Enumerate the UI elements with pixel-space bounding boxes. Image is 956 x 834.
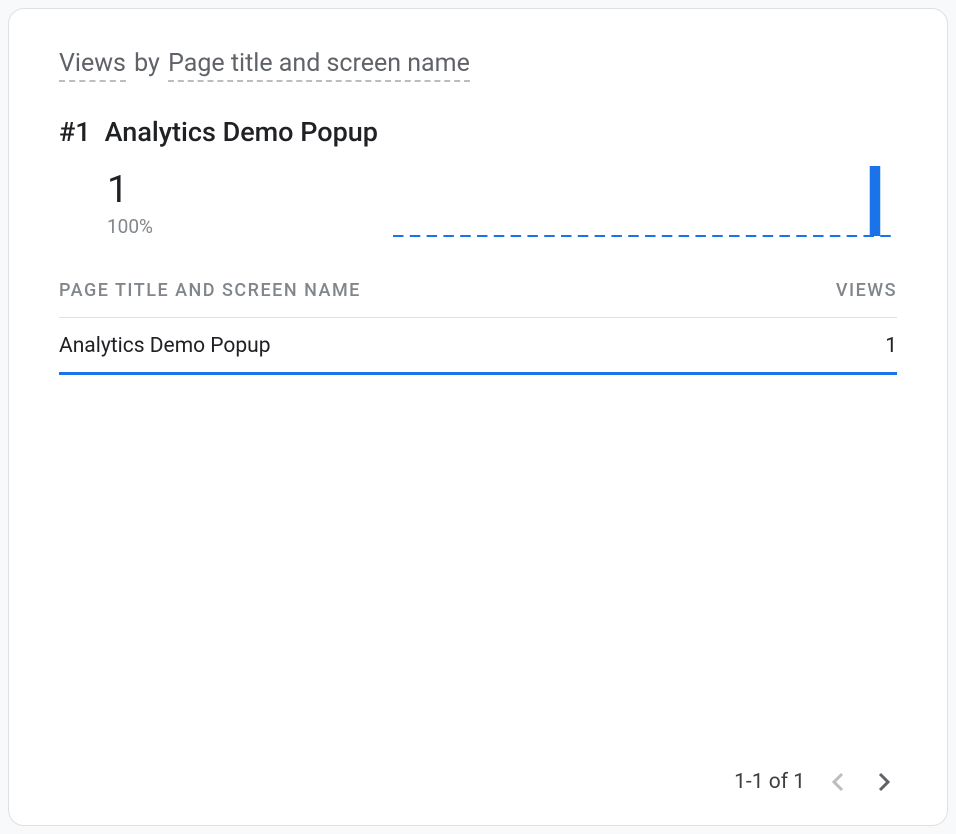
top-value: 1 — [107, 171, 153, 209]
table-cell-name: Analytics Demo Popup — [59, 334, 271, 358]
top-rank: #1 — [59, 116, 91, 148]
table-header-metric: VIEWS — [836, 280, 897, 301]
title-by-text: by — [132, 49, 162, 78]
card-title: Views by Page title and screen name — [59, 49, 897, 78]
title-metric[interactable]: Views — [59, 49, 126, 82]
top-percent: 100% — [107, 215, 153, 238]
sparkline-bar — [870, 166, 881, 236]
table-header-dimension: PAGE TITLE AND SCREEN NAME — [59, 280, 361, 301]
table-row[interactable]: Analytics Demo Popup 1 — [59, 318, 897, 375]
top-result: #1 Analytics Demo Popup — [59, 116, 897, 148]
chevron-right-icon — [876, 770, 892, 794]
sparkline-svg — [393, 158, 897, 238]
analytics-card: Views by Page title and screen name #1 A… — [8, 8, 948, 826]
table-cell-value: 1 — [885, 334, 897, 358]
pagination: 1-1 of 1 — [59, 749, 897, 795]
top-result-stats: 1 100% — [59, 158, 897, 238]
chevron-left-icon — [830, 770, 846, 794]
stats-block: 1 100% — [107, 171, 153, 238]
pagination-next-button[interactable] — [871, 769, 897, 795]
title-dimension[interactable]: Page title and screen name — [168, 49, 470, 82]
top-result-name: Analytics Demo Popup — [105, 116, 378, 148]
pagination-label: 1-1 of 1 — [734, 770, 805, 794]
sparkline-chart — [393, 158, 897, 238]
table-header-row: PAGE TITLE AND SCREEN NAME VIEWS — [59, 280, 897, 318]
pagination-prev-button[interactable] — [825, 769, 851, 795]
